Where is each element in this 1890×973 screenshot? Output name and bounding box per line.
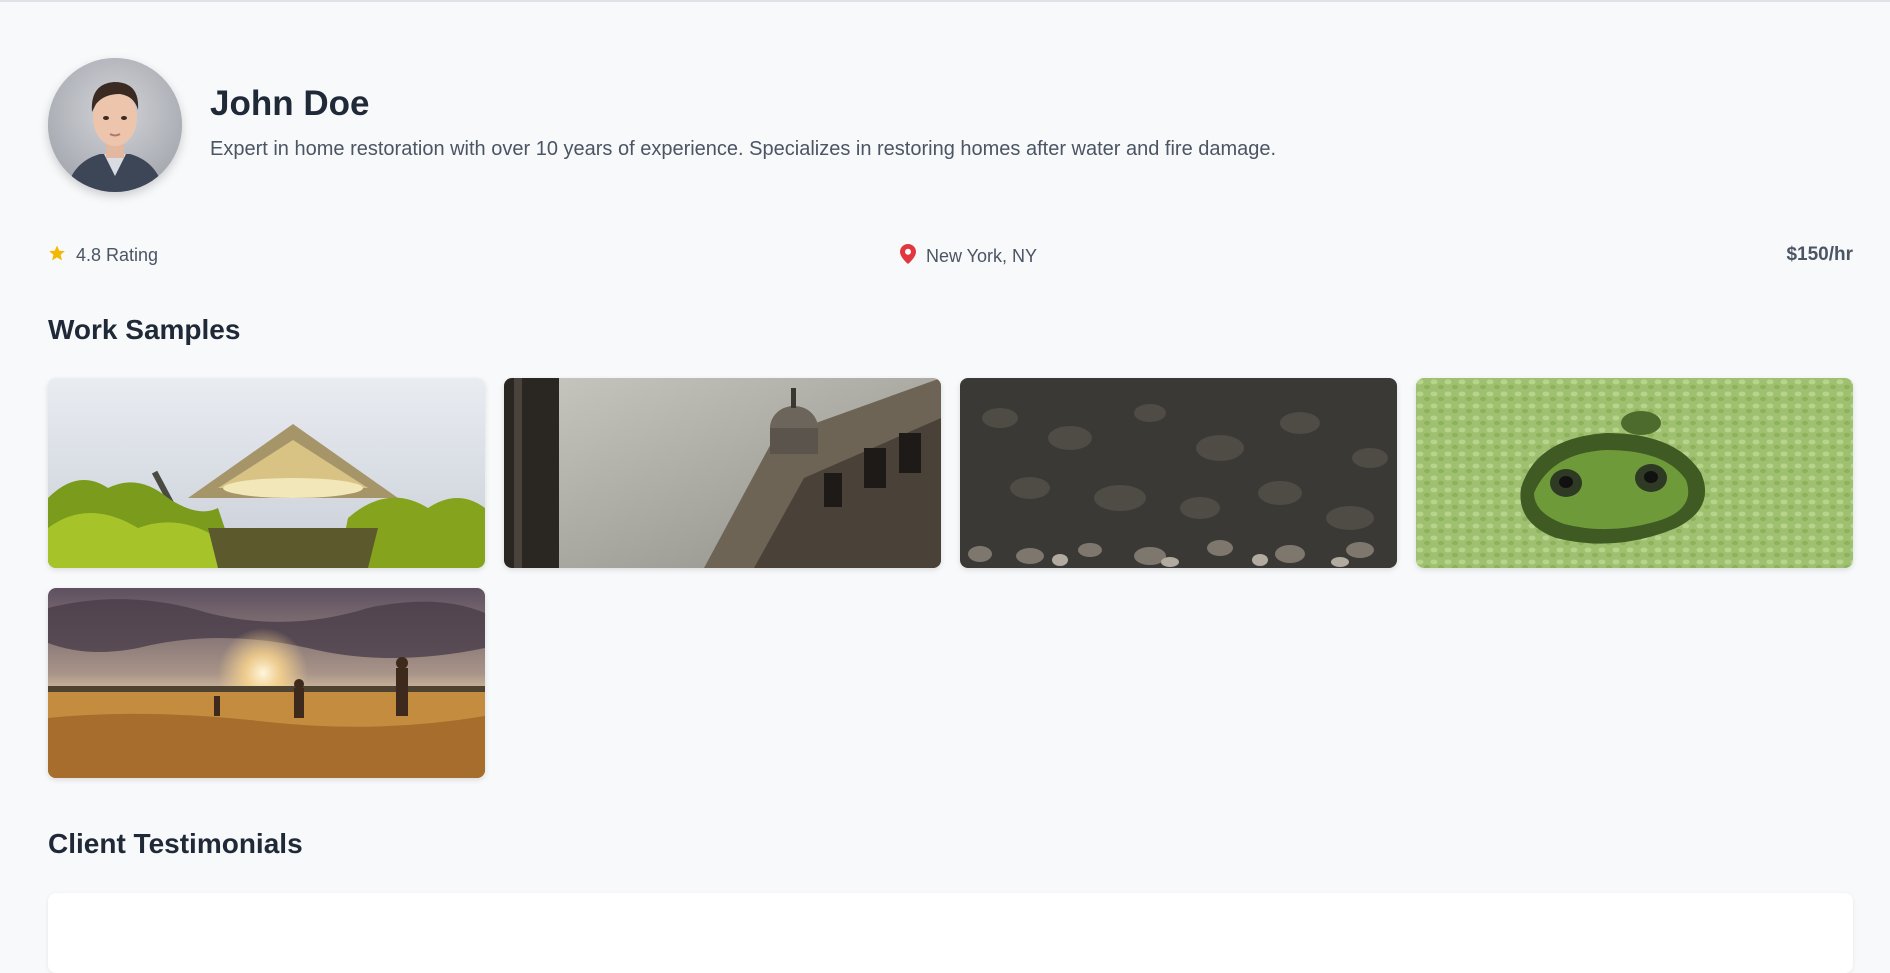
work-sample-sunset-field[interactable]	[48, 588, 485, 778]
profile-info: John Doe Expert in home restoration with…	[210, 83, 1276, 161]
top-border	[0, 0, 1890, 2]
work-sample-frog[interactable]	[1416, 378, 1853, 568]
profile-bio: Expert in home restoration with over 10 …	[210, 138, 1277, 160]
map-pin-icon	[900, 244, 916, 269]
profile-name: John Doe	[210, 84, 370, 123]
testimonial-card	[48, 893, 1853, 973]
avatar	[48, 58, 182, 192]
work-sample-canoe[interactable]	[48, 378, 485, 568]
rating-stat: 4.8 Rating	[48, 244, 158, 267]
work-sample-pebbles[interactable]	[960, 378, 1397, 568]
location-label: New York, NY	[926, 246, 1038, 266]
work-sample-building[interactable]	[504, 378, 941, 568]
stats-row: 4.8 Rating New York, NY $150/hr	[48, 244, 1853, 268]
rating-label: 4.8 Rating	[76, 245, 159, 265]
star-icon	[48, 244, 66, 267]
hourly-rate: $150/hr	[1786, 244, 1853, 265]
work-samples-heading: Work Samples	[48, 314, 241, 345]
location-stat: New York, NY	[900, 244, 1037, 269]
profile-header: John Doe Expert in home restoration with…	[48, 58, 1276, 192]
client-testimonials-heading: Client Testimonials	[48, 828, 303, 859]
